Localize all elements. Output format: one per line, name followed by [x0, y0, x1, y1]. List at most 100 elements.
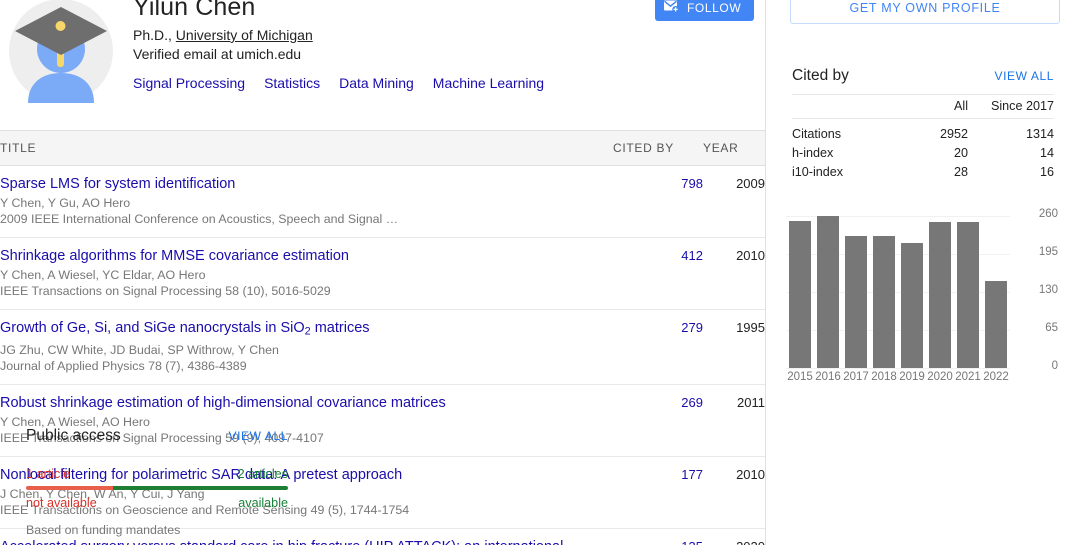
public-access-bar-available	[113, 486, 288, 490]
publication-authors: Y Chen, A Wiesel, YC Eldar, AO Hero	[0, 267, 613, 283]
follow-button[interactable]: FOLLOW	[655, 0, 754, 21]
chart-bar[interactable]	[985, 281, 1007, 368]
interest-link-1[interactable]: Statistics	[264, 75, 320, 91]
metrics-header-blank	[792, 95, 890, 119]
public-access-bar	[26, 486, 288, 490]
profile-info: Yilun Chen Ph.D., University of Michigan…	[133, 0, 653, 94]
cited-by-panel: Cited by VIEW ALL All Since 2017 Citatio…	[792, 67, 1054, 182]
publication-cell: Growth of Ge, Si, and SiGe nanocrystals …	[0, 310, 613, 385]
chart-bar[interactable]	[789, 221, 811, 368]
metric-label: i10-index	[792, 163, 890, 182]
publication-cell: Sparse LMS for system identification Y Ch…	[0, 166, 613, 238]
metric-since: 16	[968, 163, 1054, 182]
metric-row: Citations29521314	[792, 119, 1054, 145]
chart-bar[interactable]	[929, 222, 951, 368]
publication-title-link[interactable]: Growth of Ge, Si, and SiGe nanocrystals …	[0, 319, 613, 340]
metric-all: 2952	[890, 119, 968, 145]
publication-cell: Shrinkage algorithms for MMSE covariance…	[0, 238, 613, 310]
year-cell: 2020	[703, 529, 765, 545]
public-access-title: Public access	[26, 427, 121, 445]
cited-by-cell: 798	[613, 166, 703, 238]
cited-by-view-all-link[interactable]: VIEW ALL	[995, 69, 1055, 83]
cited-by-link[interactable]: 798	[681, 176, 703, 191]
cited-by-header: Cited by VIEW ALL	[792, 67, 1054, 85]
not-available-label: not available	[26, 496, 97, 510]
column-header-title[interactable]: TITLE	[0, 131, 613, 166]
chart-y-tick-label: 130	[1024, 284, 1058, 296]
year-cell: 2009	[703, 166, 765, 238]
chart-x-tick-label: 2022	[979, 371, 1013, 383]
interest-link-3[interactable]: Machine Learning	[433, 75, 544, 91]
affiliation-line: Ph.D., University of Michigan	[133, 26, 653, 45]
cited-by-cell: 135	[613, 529, 703, 545]
public-access-panel: Public access VIEW ALL 1 article 2 artic…	[26, 427, 288, 537]
cited-by-link[interactable]: 279	[681, 320, 703, 335]
publication-venue: IEEE Transactions on Signal Processing 5…	[0, 283, 613, 299]
public-access-view-all-link[interactable]: VIEW ALL	[229, 429, 289, 443]
cited-by-cell: 269	[613, 385, 703, 457]
chart-bar[interactable]	[817, 216, 839, 368]
publication-title-link[interactable]: Robust shrinkage estimation of high-dime…	[0, 394, 613, 412]
cited-by-link[interactable]: 177	[681, 467, 703, 482]
table-row: Shrinkage algorithms for MMSE covariance…	[0, 238, 765, 310]
affiliation-link[interactable]: University of Michigan	[176, 27, 313, 43]
metric-all: 28	[890, 163, 968, 182]
research-interests: Signal Processing Statistics Data Mining Ma…	[133, 73, 653, 94]
chart-bar[interactable]	[873, 236, 895, 368]
graduation-cap-avatar-icon	[6, 0, 118, 107]
get-my-own-profile-button[interactable]: GET MY OWN PROFILE	[790, 0, 1060, 24]
column-header-year[interactable]: YEAR	[703, 131, 765, 166]
publication-authors: Y Chen, Y Gu, AO Hero	[0, 195, 613, 211]
available-count: 2 articles	[238, 467, 288, 481]
profile-header: Yilun Chen Ph.D., University of Michigan…	[0, 0, 765, 130]
not-available-count: 1 article	[26, 467, 70, 481]
year-cell: 2011	[703, 385, 765, 457]
citation-metrics-table: All Since 2017 Citations29521314h-index2…	[792, 94, 1054, 182]
year-cell: 1995	[703, 310, 765, 385]
cited-by-link[interactable]: 269	[681, 395, 703, 410]
publication-venue: Journal of Applied Physics 78 (7), 4386-…	[0, 358, 613, 374]
table-header-row: TITLE CITED BY YEAR	[0, 131, 765, 166]
publication-authors: JG Zhu, CW White, JD Budai, SP Withrow, …	[0, 342, 613, 358]
chart-bar[interactable]	[901, 243, 923, 368]
chart-y-tick-label: 65	[1024, 322, 1058, 334]
verified-email-text: Verified email at umich.edu	[133, 45, 653, 64]
cited-by-link[interactable]: 412	[681, 248, 703, 263]
publication-title-link[interactable]: Sparse LMS for system identification	[0, 175, 613, 193]
interest-link-0[interactable]: Signal Processing	[133, 75, 245, 91]
cited-by-cell: 177	[613, 457, 703, 529]
column-header-cited-by[interactable]: CITED BY	[613, 131, 703, 166]
metric-label: h-index	[792, 144, 890, 163]
metric-all: 20	[890, 144, 968, 163]
table-row: Growth of Ge, Si, and SiGe nanocrystals …	[0, 310, 765, 385]
scholar-profile-page: Yilun Chen Ph.D., University of Michigan…	[0, 0, 1080, 545]
publication-title-link[interactable]: Shrinkage algorithms for MMSE covariance…	[0, 247, 613, 265]
publication-title-link[interactable]: Accelerated surgery versus standard care…	[0, 538, 613, 545]
chart-gridline	[786, 368, 1010, 369]
year-value: 2010	[736, 467, 765, 482]
metric-since: 14	[968, 144, 1054, 163]
metrics-body: Citations29521314h-index2014i10-index281…	[792, 119, 1054, 183]
public-access-header: Public access VIEW ALL	[26, 427, 288, 445]
public-access-note: Based on funding mandates	[26, 523, 288, 537]
metric-row: i10-index2816	[792, 163, 1054, 182]
citations-per-year-chart[interactable]: 0651301952602015201620172018201920202021…	[780, 205, 1070, 385]
follow-button-label: FOLLOW	[687, 1, 741, 15]
year-value: 2020	[736, 539, 765, 545]
year-cell: 2010	[703, 457, 765, 529]
chart-y-tick-label: 195	[1024, 246, 1058, 258]
year-value: 2011	[737, 395, 765, 410]
page-title: Yilun Chen	[133, 0, 653, 22]
chart-bar[interactable]	[845, 236, 867, 368]
cited-by-link[interactable]: 135	[681, 539, 703, 545]
metric-row: h-index2014	[792, 144, 1054, 163]
available-label: available	[238, 496, 288, 510]
year-value: 2009	[736, 176, 765, 191]
interest-link-2[interactable]: Data Mining	[339, 75, 414, 91]
chart-bar[interactable]	[957, 222, 979, 368]
public-access-counts: 1 article 2 articles	[26, 467, 288, 481]
cited-by-cell: 279	[613, 310, 703, 385]
chart-y-tick-label: 260	[1024, 208, 1058, 220]
year-value: 2010	[736, 248, 765, 263]
cited-by-cell: 412	[613, 238, 703, 310]
